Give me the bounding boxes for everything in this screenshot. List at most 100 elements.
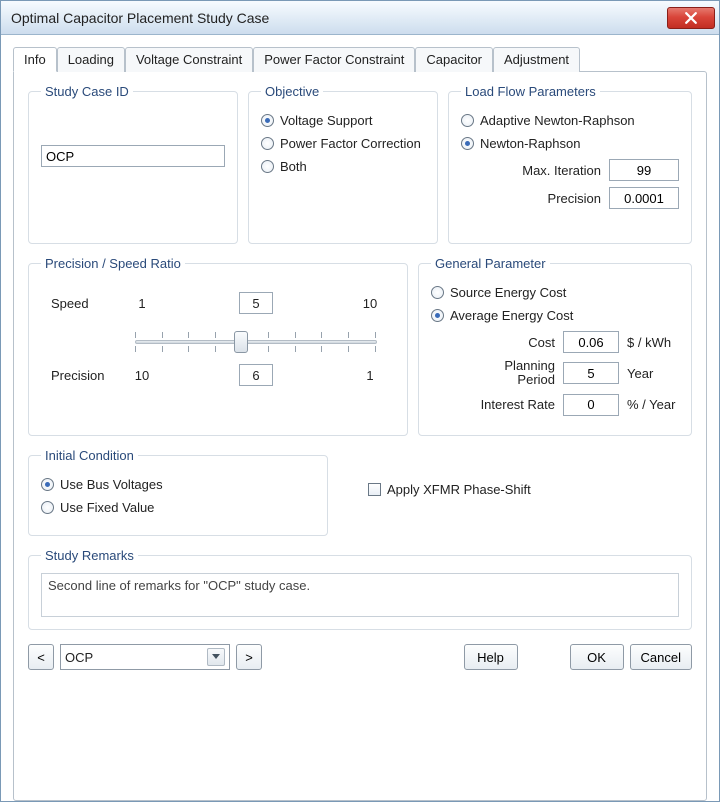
radio-icon <box>261 160 274 173</box>
study-case-id-input[interactable] <box>41 145 225 167</box>
tabpage-info: Study Case ID Objective Voltage Support … <box>13 71 707 801</box>
tab-label: Adjustment <box>504 52 569 67</box>
next-case-button[interactable]: > <box>236 644 262 670</box>
chevron-left-icon: < <box>37 650 45 665</box>
input-interest-rate[interactable] <box>563 394 619 416</box>
label-max-iteration: Max. Iteration <box>522 163 601 178</box>
radio-lf-adaptive[interactable]: Adaptive Newton-Raphson <box>461 113 679 128</box>
checkbox-icon <box>368 483 381 496</box>
slider-track <box>135 340 377 344</box>
group-study-case-id: Study Case ID <box>28 84 238 244</box>
radio-icon <box>461 137 474 150</box>
input-max-iteration[interactable] <box>609 159 679 181</box>
close-icon <box>685 12 697 24</box>
group-general-parameter: General Parameter Source Energy Cost Ave… <box>418 256 692 436</box>
label-planning-period: Planning Period <box>504 359 555 388</box>
speed-value: 5 <box>239 292 273 314</box>
radio-icon <box>431 309 444 322</box>
label-cost: Cost <box>528 335 555 350</box>
tab-label: Capacitor <box>426 52 482 67</box>
precision-min: 10 <box>127 368 157 383</box>
legend-study-remarks: Study Remarks <box>41 548 138 563</box>
tab-voltage-constraint[interactable]: Voltage Constraint <box>125 47 253 72</box>
tab-label: Info <box>24 52 46 67</box>
radio-use-fixed-value[interactable]: Use Fixed Value <box>41 500 315 515</box>
tab-label: Voltage Constraint <box>136 52 242 67</box>
prev-case-button[interactable]: < <box>28 644 54 670</box>
group-objective: Objective Voltage Support Power Factor C… <box>248 84 438 244</box>
button-label: OK <box>587 650 606 665</box>
tab-power-factor-constraint[interactable]: Power Factor Constraint <box>253 47 415 72</box>
radio-label: Voltage Support <box>280 113 373 128</box>
tab-capacitor[interactable]: Capacitor <box>415 47 493 72</box>
unit-interest-rate: % / Year <box>627 397 679 412</box>
chevron-right-icon: > <box>245 650 253 665</box>
legend-load-flow: Load Flow Parameters <box>461 84 600 99</box>
legend-objective: Objective <box>261 84 323 99</box>
legend-general-parameter: General Parameter <box>431 256 550 271</box>
radio-icon <box>461 114 474 127</box>
tab-info[interactable]: Info <box>13 47 57 72</box>
dialog-window: Optimal Capacitor Placement Study Case I… <box>0 0 720 802</box>
radio-label: Newton-Raphson <box>480 136 580 151</box>
bottom-bar: < OCP > Help OK Cancel <box>28 644 692 684</box>
help-button[interactable]: Help <box>464 644 518 670</box>
case-selector[interactable]: OCP <box>60 644 230 670</box>
precision-max: 1 <box>355 368 385 383</box>
case-selector-value: OCP <box>65 650 93 665</box>
radio-icon <box>261 137 274 150</box>
radio-lf-newton-raphson[interactable]: Newton-Raphson <box>461 136 679 151</box>
chevron-down-icon <box>207 648 225 666</box>
radio-label: Use Fixed Value <box>60 500 154 515</box>
radio-label: Average Energy Cost <box>450 308 573 323</box>
radio-use-bus-voltages[interactable]: Use Bus Voltages <box>41 477 315 492</box>
radio-icon <box>41 501 54 514</box>
label-interest-rate: Interest Rate <box>481 397 555 412</box>
radio-label: Use Bus Voltages <box>60 477 163 492</box>
ok-button[interactable]: OK <box>570 644 624 670</box>
tab-loading[interactable]: Loading <box>57 47 125 72</box>
unit-cost: $ / kWh <box>627 335 679 350</box>
group-study-remarks: Study Remarks Second line of remarks for… <box>28 548 692 630</box>
study-remarks-input[interactable]: Second line of remarks for "OCP" study c… <box>41 573 679 617</box>
label-precision: Precision <box>548 191 601 206</box>
radio-label: Power Factor Correction <box>280 136 421 151</box>
button-label: Help <box>477 650 504 665</box>
tab-label: Power Factor Constraint <box>264 52 404 67</box>
radio-icon <box>261 114 274 127</box>
legend-precision-speed: Precision / Speed Ratio <box>41 256 185 271</box>
tab-adjustment[interactable]: Adjustment <box>493 47 580 72</box>
radio-objective-both[interactable]: Both <box>261 159 425 174</box>
radio-icon <box>41 478 54 491</box>
input-precision[interactable] <box>609 187 679 209</box>
legend-study-case-id: Study Case ID <box>41 84 133 99</box>
tabstrip: Info Loading Voltage Constraint Power Fa… <box>13 47 707 72</box>
radio-objective-pfc[interactable]: Power Factor Correction <box>261 136 425 151</box>
radio-average-energy-cost[interactable]: Average Energy Cost <box>431 308 679 323</box>
precision-value: 6 <box>239 364 273 386</box>
cancel-button[interactable]: Cancel <box>630 644 692 670</box>
speed-min: 1 <box>127 296 157 311</box>
tab-label: Loading <box>68 52 114 67</box>
client-area: Info Loading Voltage Constraint Power Fa… <box>1 35 719 801</box>
checkbox-label: Apply XFMR Phase-Shift <box>387 482 531 497</box>
precision-speed-slider[interactable] <box>135 325 377 359</box>
radio-objective-voltage[interactable]: Voltage Support <box>261 113 425 128</box>
group-initial-condition: Initial Condition Use Bus Voltages Use F… <box>28 448 328 536</box>
radio-icon <box>431 286 444 299</box>
input-cost[interactable] <box>563 331 619 353</box>
window-title: Optimal Capacitor Placement Study Case <box>11 10 667 26</box>
checkbox-apply-xfmr-phase-shift[interactable]: Apply XFMR Phase-Shift <box>368 482 531 497</box>
titlebar: Optimal Capacitor Placement Study Case <box>1 1 719 35</box>
radio-label: Adaptive Newton-Raphson <box>480 113 635 128</box>
label-precision-slider: Precision <box>51 368 121 383</box>
group-precision-speed: Precision / Speed Ratio Speed 1 5 10 <box>28 256 408 436</box>
radio-label: Both <box>280 159 307 174</box>
radio-label: Source Energy Cost <box>450 285 566 300</box>
close-button[interactable] <box>667 7 715 29</box>
input-planning-period[interactable] <box>563 362 619 384</box>
radio-source-energy-cost[interactable]: Source Energy Cost <box>431 285 679 300</box>
legend-initial-condition: Initial Condition <box>41 448 138 463</box>
slider-thumb[interactable] <box>234 331 248 353</box>
label-speed: Speed <box>51 296 121 311</box>
